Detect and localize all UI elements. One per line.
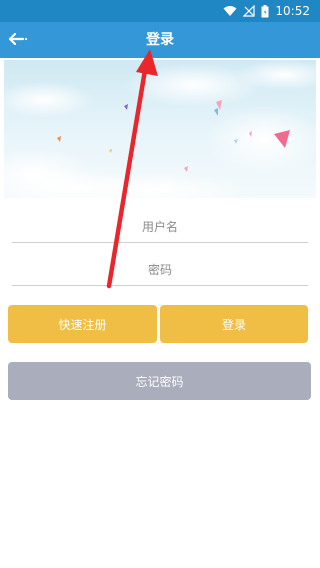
status-time: 10:52 xyxy=(275,4,310,18)
username-input[interactable] xyxy=(12,219,308,235)
login-label: 登录 xyxy=(221,317,246,332)
wifi-icon xyxy=(223,5,237,17)
app-bar: 登录 xyxy=(0,22,320,58)
banner-image xyxy=(4,60,316,198)
quick-register-label: 快速注册 xyxy=(58,317,107,332)
status-bar: 10:52 xyxy=(0,0,320,22)
battery-icon xyxy=(261,4,269,18)
no-signal-icon xyxy=(243,5,256,17)
page-title: 登录 xyxy=(146,32,174,48)
password-field[interactable] xyxy=(12,255,308,286)
quick-register-button[interactable]: 快速注册 xyxy=(8,305,157,343)
forgot-password-button[interactable]: 忘记密码 xyxy=(8,362,311,400)
username-field[interactable] xyxy=(12,212,308,243)
banner-artwork xyxy=(4,60,316,198)
login-button[interactable]: 登录 xyxy=(160,305,308,343)
password-input[interactable] xyxy=(12,262,308,278)
forgot-password-label: 忘记密码 xyxy=(135,374,184,389)
